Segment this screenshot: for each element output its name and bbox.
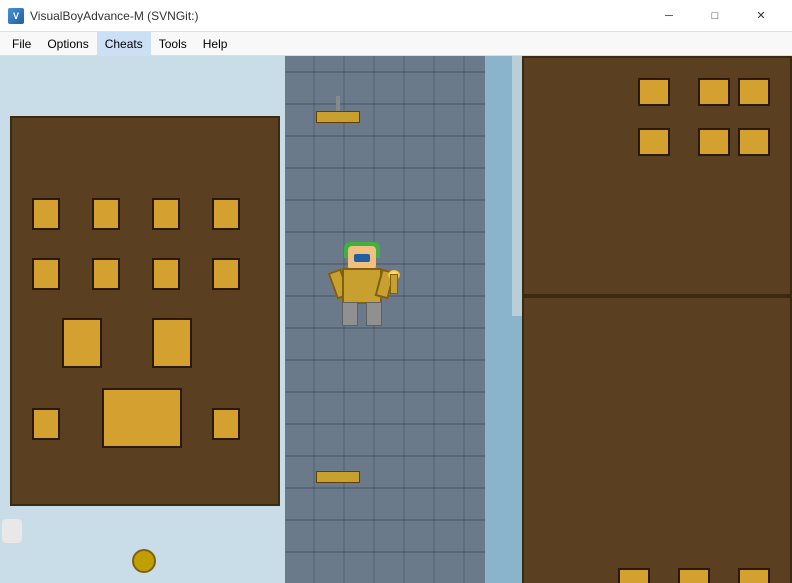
menu-item-help[interactable]: Help — [195, 32, 236, 55]
barrel-item — [132, 549, 156, 573]
rwindow-9 — [618, 568, 650, 583]
player-character — [330, 246, 394, 326]
building-left — [10, 116, 280, 506]
window-3 — [152, 198, 180, 230]
maximize-button[interactable]: □ — [692, 0, 738, 32]
char-head — [348, 246, 376, 270]
snow-roof — [0, 56, 290, 116]
menu-item-options[interactable]: Options — [39, 32, 96, 55]
char-torch — [390, 274, 398, 294]
app-icon: V — [8, 8, 24, 24]
corridor-item-top — [316, 111, 360, 123]
menu-item-file[interactable]: File — [4, 32, 39, 55]
sprite-small — [2, 519, 22, 543]
game-canvas — [0, 56, 792, 583]
char-leg-right — [366, 302, 382, 326]
close-button[interactable]: ✕ — [738, 0, 784, 32]
rwindow-1 — [698, 78, 730, 106]
window-10 — [152, 318, 192, 368]
window-1 — [32, 198, 60, 230]
title-bar: V VisualBoyAdvance-M (SVNGit:) ─ □ ✕ — [0, 0, 792, 32]
window-12 — [212, 408, 240, 440]
char-face — [354, 254, 370, 262]
building-right-bottom — [522, 296, 792, 583]
window-9 — [62, 318, 102, 368]
window-6 — [92, 258, 120, 290]
window-4 — [212, 198, 240, 230]
corridor-pole — [336, 96, 340, 112]
window-5 — [32, 258, 60, 290]
minimize-button[interactable]: ─ — [646, 0, 692, 32]
window-2 — [92, 198, 120, 230]
window-door — [102, 388, 182, 448]
window-11 — [32, 408, 60, 440]
title-bar-title: VisualBoyAdvance-M (SVNGit:) — [30, 9, 199, 23]
rwindow-2 — [638, 78, 670, 106]
title-bar-left: V VisualBoyAdvance-M (SVNGit:) — [8, 8, 199, 24]
rwindow-6 — [738, 128, 770, 156]
rwindow-7 — [738, 568, 770, 583]
window-7 — [152, 258, 180, 290]
menu-bar: File Options Cheats Tools Help — [0, 32, 792, 56]
menu-item-tools[interactable]: Tools — [151, 32, 195, 55]
rwindow-4 — [698, 128, 730, 156]
rwindow-3 — [738, 78, 770, 106]
window-8 — [212, 258, 240, 290]
corridor-item-bottom — [316, 471, 360, 483]
window-controls: ─ □ ✕ — [646, 0, 784, 32]
menu-item-cheats[interactable]: Cheats — [97, 32, 151, 55]
rwindow-8 — [678, 568, 710, 583]
rwindow-5 — [638, 128, 670, 156]
building-right-top — [522, 56, 792, 296]
game-viewport — [0, 56, 792, 583]
char-leg-left — [342, 302, 358, 326]
